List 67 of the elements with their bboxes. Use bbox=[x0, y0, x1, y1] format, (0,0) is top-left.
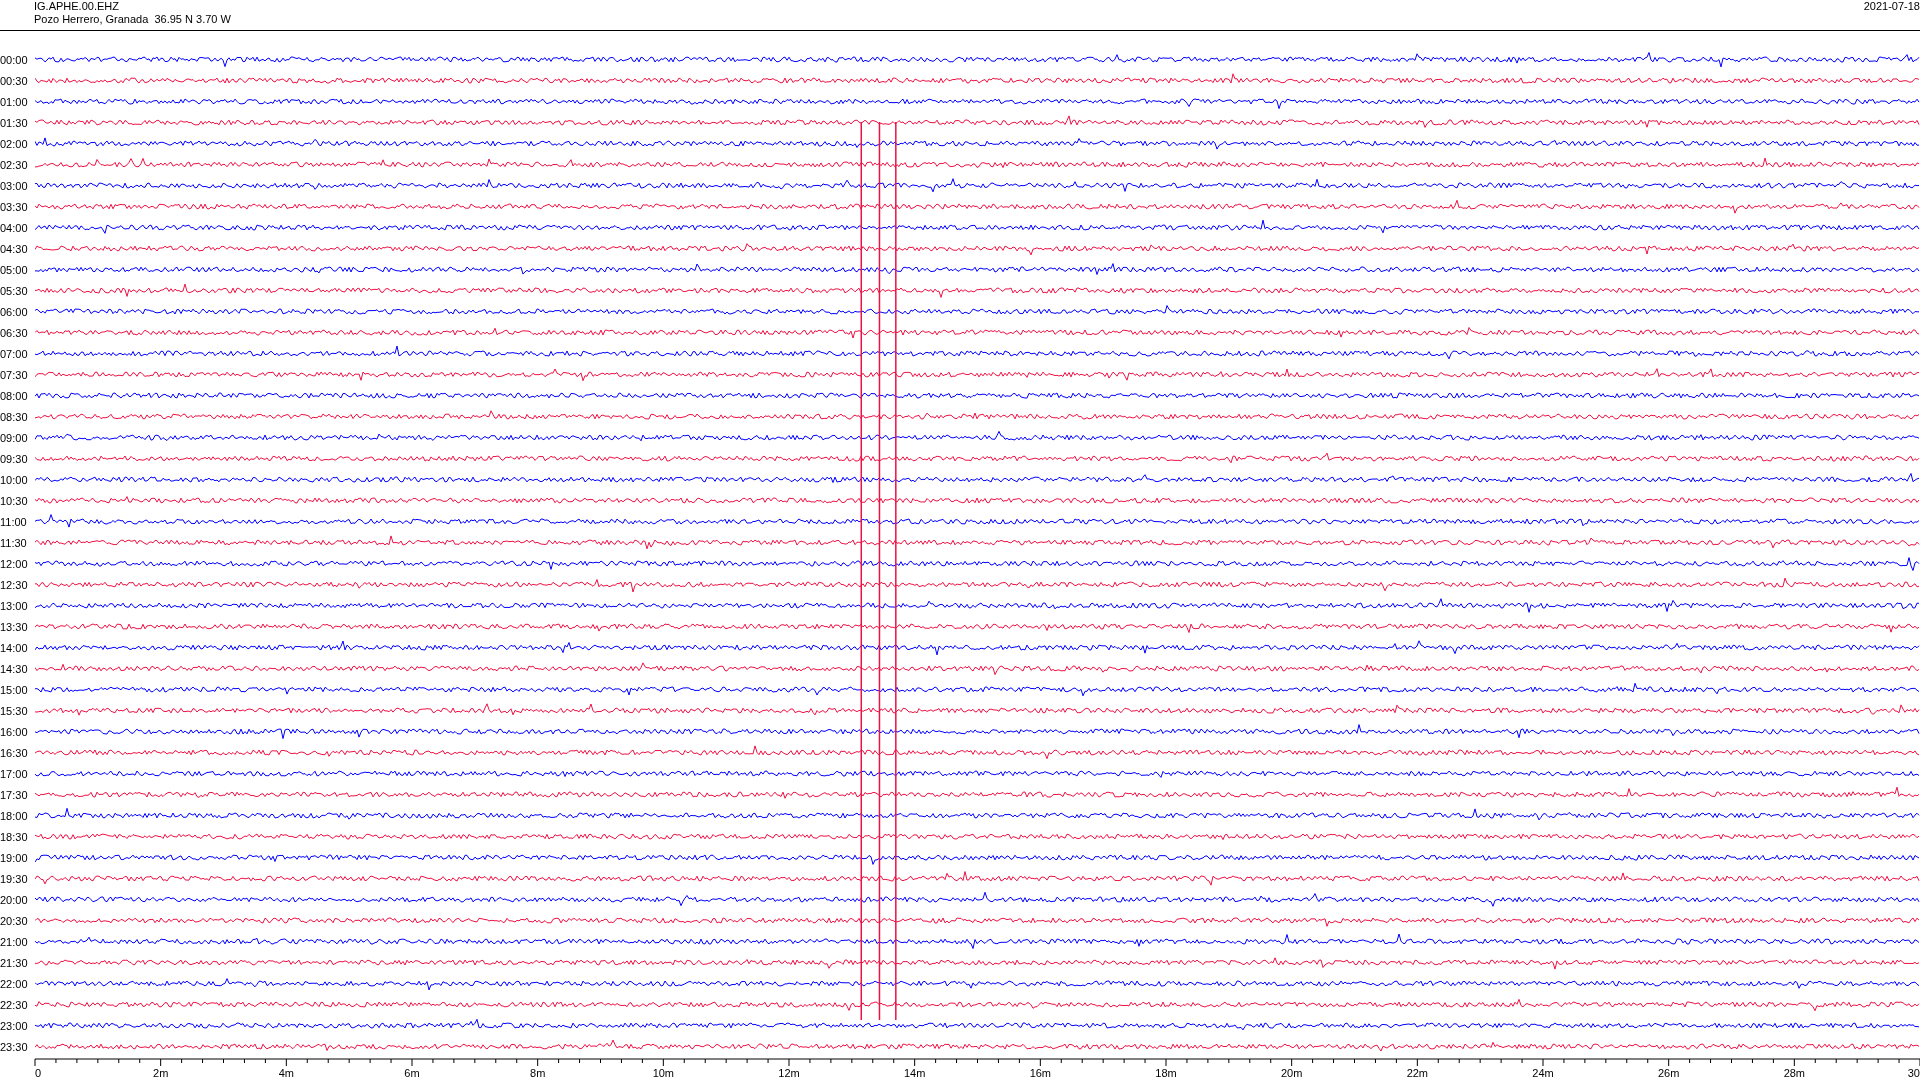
time-label: 19:00 bbox=[0, 851, 29, 864]
time-label: 06:30 bbox=[0, 326, 29, 339]
time-label: 15:30 bbox=[0, 704, 29, 717]
date-label: 2021-07-18 bbox=[1863, 0, 1920, 13]
time-label: 16:30 bbox=[0, 746, 29, 759]
time-label: 11:00 bbox=[0, 515, 28, 528]
time-label: 11:30 bbox=[0, 536, 28, 549]
time-label: 06:00 bbox=[0, 305, 29, 318]
axis-label: 2m bbox=[153, 1067, 169, 1079]
time-label: 07:00 bbox=[0, 347, 29, 360]
station-location: Pozo Herrero, Granada 36.95 N 3.70 W bbox=[34, 13, 231, 26]
time-label: 13:30 bbox=[0, 620, 29, 633]
time-label: 04:00 bbox=[0, 221, 29, 234]
time-label: 04:30 bbox=[0, 242, 29, 255]
time-label: 16:00 bbox=[0, 725, 29, 738]
time-label: 23:30 bbox=[0, 1040, 29, 1053]
time-label: 22:30 bbox=[0, 998, 29, 1011]
time-label: 15:00 bbox=[0, 683, 29, 696]
axis-label: 26m bbox=[1657, 1067, 1680, 1079]
time-label: 23:00 bbox=[0, 1019, 29, 1032]
axis-label: 4m bbox=[278, 1067, 294, 1079]
time-label: 21:30 bbox=[0, 956, 29, 969]
axis-label: 24m bbox=[1532, 1067, 1554, 1079]
time-label: 17:00 bbox=[0, 767, 29, 780]
time-label: 09:00 bbox=[0, 431, 29, 444]
axis-label: 16m bbox=[1029, 1067, 1052, 1079]
time-label: 00:00 bbox=[0, 53, 29, 66]
axis-label: 30 bbox=[1907, 1067, 1920, 1079]
axis-label: 0 bbox=[35, 1067, 42, 1079]
time-label: 10:30 bbox=[0, 494, 29, 507]
time-label: 14:00 bbox=[0, 641, 29, 654]
time-label: 02:00 bbox=[0, 137, 29, 150]
time-label: 01:30 bbox=[0, 116, 29, 129]
axis-label: 10m bbox=[652, 1067, 675, 1079]
axis-label: 20m bbox=[1280, 1067, 1303, 1079]
time-label: 05:00 bbox=[0, 263, 29, 276]
time-label: 22:00 bbox=[0, 977, 29, 990]
axis-label: 14m bbox=[903, 1067, 926, 1079]
axis-label: 6m bbox=[404, 1067, 420, 1079]
station-code: IG.APHE.00.EHZ bbox=[34, 0, 120, 13]
time-label: 17:30 bbox=[0, 788, 29, 801]
time-label: 05:30 bbox=[0, 284, 29, 297]
time-label: 20:30 bbox=[0, 914, 29, 927]
time-label: 10:00 bbox=[0, 473, 29, 486]
time-label: 07:30 bbox=[0, 368, 29, 381]
time-label: 03:00 bbox=[0, 179, 29, 192]
time-label: 08:00 bbox=[0, 389, 29, 402]
axis-label: 18m bbox=[1155, 1067, 1177, 1079]
time-label: 12:00 bbox=[0, 557, 29, 570]
axis-label: 28m bbox=[1783, 1067, 1806, 1079]
time-label: 12:30 bbox=[0, 578, 29, 591]
time-label: 02:30 bbox=[0, 158, 29, 171]
time-label: 20:00 bbox=[0, 893, 29, 906]
time-label: 03:30 bbox=[0, 200, 29, 213]
time-label: 18:30 bbox=[0, 830, 29, 843]
time-label: 08:30 bbox=[0, 410, 29, 423]
time-label: 18:00 bbox=[0, 809, 29, 822]
time-label: 14:30 bbox=[0, 662, 29, 675]
time-label: 09:30 bbox=[0, 452, 29, 465]
time-label: 01:00 bbox=[0, 95, 29, 108]
time-label: 19:30 bbox=[0, 872, 29, 885]
axis-label: 8m bbox=[530, 1067, 546, 1079]
time-label: 00:30 bbox=[0, 74, 29, 87]
axis-label: 12m bbox=[778, 1067, 800, 1079]
axis-label: 22m bbox=[1406, 1067, 1429, 1079]
time-label: 13:00 bbox=[0, 599, 29, 612]
time-label: 21:00 bbox=[0, 935, 29, 948]
